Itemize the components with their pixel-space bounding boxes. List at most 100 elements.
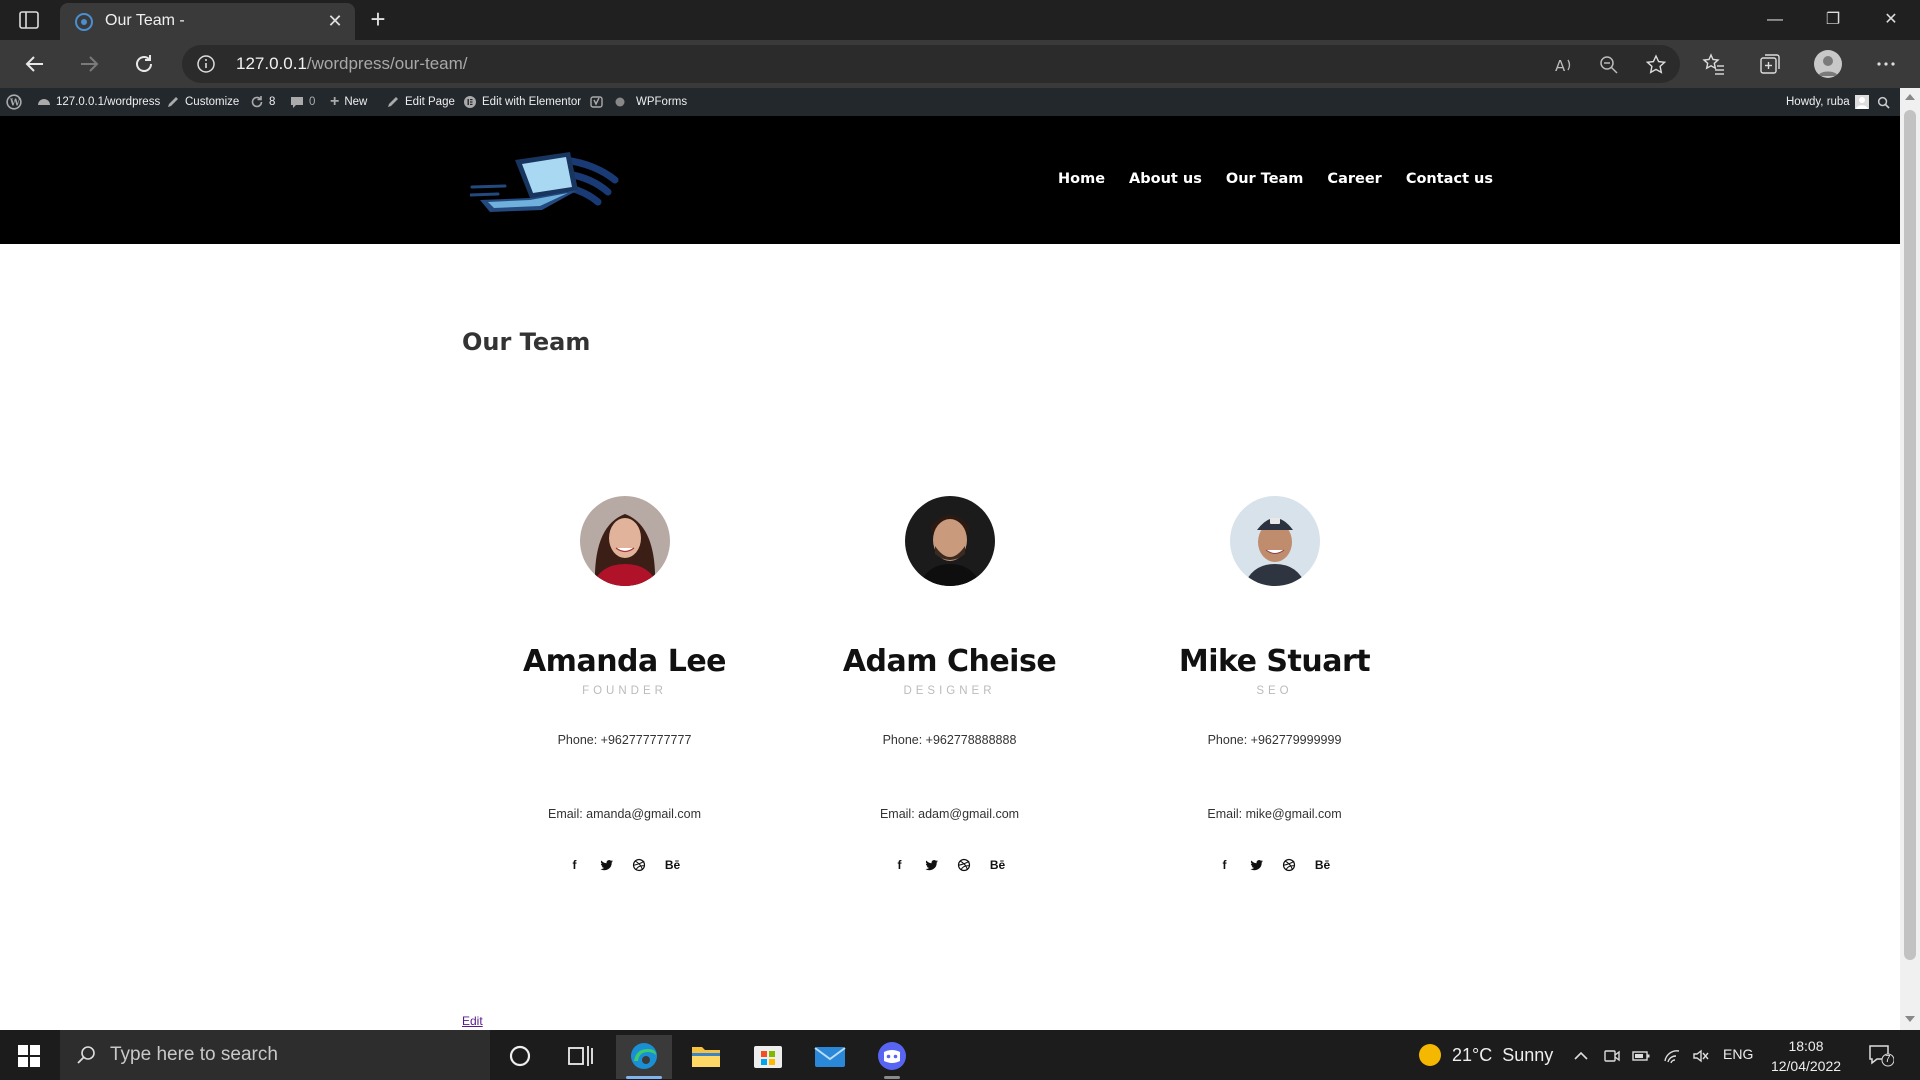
wp-howdy-label: Howdy, ruba xyxy=(1786,96,1850,108)
scroll-thumb[interactable] xyxy=(1904,110,1916,960)
dribbble-icon[interactable] xyxy=(632,858,646,872)
plus-icon: + xyxy=(330,93,340,110)
battery-icon[interactable] xyxy=(1632,1047,1650,1065)
url-host: 127.0.0.1 xyxy=(236,54,307,73)
wp-search-icon[interactable] xyxy=(1877,88,1890,116)
wp-new-link[interactable]: + New xyxy=(330,88,367,116)
edit-page-link[interactable]: Edit xyxy=(462,1014,483,1028)
chevron-up-icon[interactable] xyxy=(1572,1047,1590,1065)
seo-status-dot-icon xyxy=(615,97,625,107)
dribbble-icon[interactable] xyxy=(1282,858,1296,872)
comment-icon xyxy=(291,97,303,108)
menu-home[interactable]: Home xyxy=(1058,171,1105,187)
site-logo-laptop-icon[interactable] xyxy=(468,142,620,222)
wp-customize-link[interactable]: Customize xyxy=(166,88,239,116)
wp-updates-link[interactable]: 8 xyxy=(250,88,275,116)
collections-icon[interactable] xyxy=(1758,52,1782,76)
forward-icon[interactable] xyxy=(76,51,102,77)
taskbar-search-box[interactable]: Type here to search xyxy=(60,1030,490,1080)
behance-icon[interactable]: Bē xyxy=(664,858,682,872)
twitter-icon[interactable] xyxy=(924,858,939,872)
behance-icon[interactable]: Bē xyxy=(989,858,1007,872)
yoast-icon[interactable] xyxy=(590,88,625,116)
scroll-up-icon[interactable] xyxy=(1905,94,1915,100)
team-member-card: Adam Cheise DESIGNER Phone: +96277888888… xyxy=(787,496,1112,872)
back-icon[interactable] xyxy=(22,51,48,77)
weather-text: 21°C Sunny xyxy=(1452,1044,1554,1065)
close-window-button[interactable]: ✕ xyxy=(1868,6,1914,34)
zoom-out-icon[interactable] xyxy=(1598,54,1620,76)
address-bar[interactable]: 127.0.0.1/wordpress/our-team/ A xyxy=(182,45,1680,83)
task-view-icon[interactable] xyxy=(552,1035,608,1079)
active-tab[interactable]: Our Team - ✕ xyxy=(60,3,355,40)
url-path: /wordpress/our-team/ xyxy=(306,54,468,73)
member-photo-adam xyxy=(904,496,995,586)
menu-about-us[interactable]: About us xyxy=(1129,171,1202,187)
member-role: FOUNDER xyxy=(582,685,667,697)
wifi-icon[interactable] xyxy=(1663,1047,1681,1065)
windows-taskbar: Type here to search 21°C Sunny ENG 18:08… xyxy=(0,1030,1920,1080)
tab-actions-icon[interactable] xyxy=(18,9,40,31)
page-viewport: Home About us Our Team Career Contact us… xyxy=(0,116,1900,1030)
new-tab-button[interactable]: + xyxy=(366,6,390,32)
wp-edit-elementor-link[interactable]: Edit with Elementor xyxy=(463,88,581,116)
cortana-icon[interactable] xyxy=(492,1035,548,1079)
language-indicator[interactable]: ENG xyxy=(1723,1046,1753,1062)
wp-edit-page-label: Edit Page xyxy=(405,96,455,108)
menu-career[interactable]: Career xyxy=(1327,171,1381,187)
volume-muted-icon[interactable] xyxy=(1692,1047,1710,1065)
menu-our-team[interactable]: Our Team xyxy=(1226,171,1304,187)
search-icon xyxy=(76,1044,98,1066)
discord-icon[interactable] xyxy=(864,1035,920,1079)
menu-contact-us[interactable]: Contact us xyxy=(1406,171,1493,187)
taskbar-clock[interactable]: 18:08 12/04/2022 xyxy=(1766,1036,1846,1076)
wp-wpforms-link[interactable]: WPForms xyxy=(636,88,687,116)
member-social-links: f Bē xyxy=(787,858,1112,872)
notifications-icon[interactable]: 7 xyxy=(1868,1043,1895,1067)
mail-icon[interactable] xyxy=(802,1035,858,1079)
profile-avatar-icon[interactable] xyxy=(1814,50,1842,78)
wp-account-menu[interactable]: Howdy, ruba xyxy=(1786,88,1869,116)
file-explorer-icon[interactable] xyxy=(678,1035,734,1079)
edge-browser-icon[interactable] xyxy=(616,1035,672,1079)
notification-count: 7 xyxy=(1885,1054,1891,1065)
brush-icon xyxy=(168,97,178,107)
updates-icon xyxy=(251,96,263,108)
scroll-down-icon[interactable] xyxy=(1905,1016,1915,1022)
wordpress-logo-icon[interactable]: W xyxy=(6,88,22,116)
facebook-icon[interactable]: f xyxy=(893,858,907,872)
restore-button[interactable]: ❐ xyxy=(1810,6,1856,34)
microsoft-store-icon[interactable] xyxy=(740,1035,796,1079)
sun-icon xyxy=(1419,1044,1441,1066)
member-social-links: f Bē xyxy=(462,858,787,872)
meet-now-icon[interactable] xyxy=(1603,1047,1621,1065)
behance-icon[interactable]: Bē xyxy=(1314,858,1332,872)
page-scrollbar[interactable] xyxy=(1900,88,1920,1030)
member-name: Amanda Lee xyxy=(522,644,727,679)
facebook-icon[interactable]: f xyxy=(568,858,582,872)
more-options-icon[interactable] xyxy=(1874,52,1898,76)
dribbble-icon[interactable] xyxy=(957,858,971,872)
wp-site-link[interactable]: 127.0.0.1/wordpress xyxy=(37,88,160,116)
main-menu: Home About us Our Team Career Contact us xyxy=(1058,171,1493,187)
wp-wpforms-label: WPForms xyxy=(636,96,688,108)
site-info-icon[interactable] xyxy=(196,54,216,74)
screen: Our Team - ✕ + — ❐ ✕ 127.0.0.1/wordpress… xyxy=(0,0,1920,1080)
read-aloud-icon[interactable]: A xyxy=(1553,54,1575,76)
wp-comments-link[interactable]: 0 xyxy=(290,88,315,116)
weather-widget[interactable]: 21°C Sunny xyxy=(1418,1043,1553,1067)
close-tab-icon[interactable]: ✕ xyxy=(327,12,343,30)
wp-edit-page-link[interactable]: Edit Page xyxy=(386,88,455,116)
minimize-button[interactable]: — xyxy=(1752,6,1798,34)
clock-time: 18:08 xyxy=(1788,1038,1824,1054)
member-email: Email: adam@gmail.com xyxy=(879,807,1020,821)
wp-admin-bar: W 127.0.0.1/wordpress Customize 8 0 + Ne… xyxy=(0,88,1900,116)
favorites-icon[interactable] xyxy=(1702,52,1726,76)
windows-start-icon[interactable] xyxy=(18,1045,40,1067)
add-favorite-icon[interactable] xyxy=(1645,54,1667,76)
wordpress-favicon-icon xyxy=(74,12,94,32)
twitter-icon[interactable] xyxy=(1249,858,1264,872)
reload-icon[interactable] xyxy=(131,51,157,77)
facebook-icon[interactable]: f xyxy=(1218,858,1232,872)
twitter-icon[interactable] xyxy=(599,858,614,872)
